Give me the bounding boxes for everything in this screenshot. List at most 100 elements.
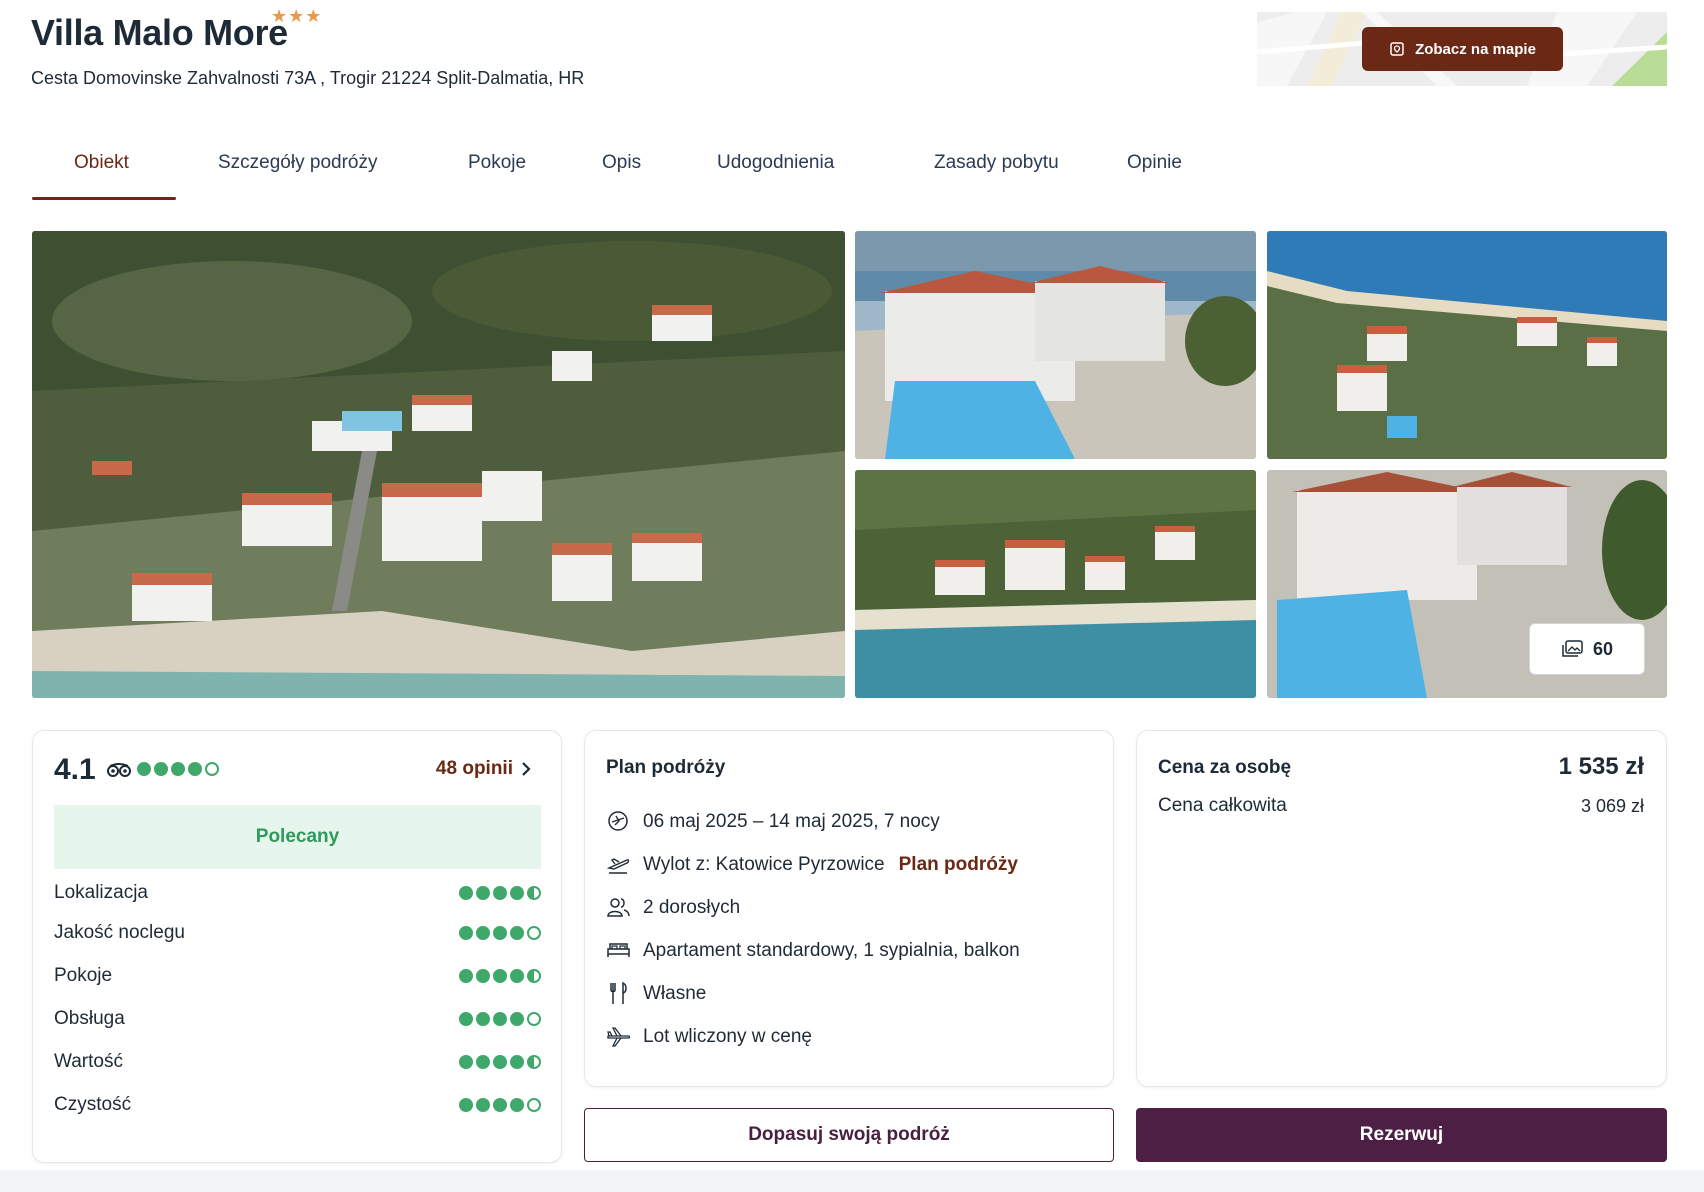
rating-row-label: Wartość [54, 1051, 123, 1072]
rating-dot-full [493, 1098, 507, 1112]
rating-dot-full [510, 886, 524, 900]
rating-dot-half [527, 1055, 541, 1069]
gallery-photo-2[interactable] [1267, 231, 1667, 459]
rating-dot-full [510, 1098, 524, 1112]
board-type: Własne [643, 982, 707, 1004]
hotel-title: Villa Malo More [31, 12, 288, 53]
rating-dot-full [510, 969, 524, 983]
tab-udogodnienia[interactable]: Udogodnienia [717, 140, 892, 200]
chevron-right-icon [522, 762, 531, 776]
tab-label: Zasady pobytu [934, 152, 1059, 173]
tripadvisor-icon [107, 763, 131, 777]
rating-dot-full [493, 1055, 507, 1069]
rating-row-label: Czystość [54, 1094, 132, 1115]
rating-dot-empty [527, 1098, 541, 1112]
rating-row-dots [459, 926, 541, 940]
rating-row-rooms: Pokoje [54, 965, 541, 987]
rating-dot-half [527, 969, 541, 983]
rating-dot-full [459, 886, 473, 900]
photos-icon [1562, 640, 1583, 657]
map-pin-icon [1390, 42, 1404, 56]
rating-row-label: Pokoje [54, 965, 113, 986]
flight-row: Lot wliczony w cenę [606, 1024, 812, 1049]
rating-dot-full [459, 969, 473, 983]
rating-row-dots [459, 886, 541, 900]
rating-dot-full [493, 1012, 507, 1026]
rating-row-location: Lokalizacja [54, 882, 541, 904]
tab-zasady-pobytu[interactable]: Zasady pobytu [934, 140, 1084, 200]
tab-obiekt[interactable]: Obiekt [32, 140, 176, 200]
rating-dot-full [476, 1055, 490, 1069]
rating-dot-half [527, 886, 541, 900]
users-icon [607, 898, 630, 917]
rating-row-accommodation-quality: Jakość noclegu [54, 922, 541, 944]
tab-szczegoly-podrozy[interactable]: Szczegóły podróży [218, 140, 427, 200]
customize-trip-button[interactable]: Dopasuj swoją podróż [584, 1108, 1114, 1162]
bay-view-photo [855, 470, 1256, 698]
trip-plan-card: Plan podróży 06 maj 2025 – 14 maj 2025, … [584, 730, 1114, 1087]
rating-dot-full [459, 1012, 473, 1026]
rating-row-service: Obsługa [54, 1008, 541, 1030]
star-rating: ★★★ [271, 6, 323, 26]
tab-opis[interactable]: Opis [602, 140, 676, 200]
rating-dot-full [476, 1098, 490, 1112]
airplane-icon [607, 1027, 631, 1047]
tab-label: Udogodnienia [717, 152, 835, 173]
coast-aerial-photo [1267, 231, 1667, 459]
price-per-person-label: Cena za osobę [1158, 757, 1292, 778]
rating-dot-full [476, 926, 490, 940]
rating-row-label: Lokalizacja [54, 882, 148, 903]
trip-dates-row: 06 maj 2025 – 14 maj 2025, 7 nocy [606, 809, 940, 834]
flight-included: Lot wliczony w cenę [643, 1025, 812, 1047]
villa-pool-photo [855, 231, 1256, 459]
rating-dot-full [510, 1055, 524, 1069]
photo-gallery [32, 231, 1667, 698]
rating-row-label: Jakość noclegu [54, 922, 185, 943]
all-photos-button[interactable]: 60 [1529, 623, 1645, 675]
rating-dot-full [493, 886, 507, 900]
trip-dates: 06 maj 2025 – 14 maj 2025, 7 nocy [643, 810, 940, 832]
rating-dot-full [459, 926, 473, 940]
tab-opinie[interactable]: Opinie [1127, 140, 1207, 200]
rating-row-dots [459, 1098, 541, 1112]
rating-dot-full [137, 762, 151, 776]
rating-dot-full [459, 1098, 473, 1112]
trip-plan-link[interactable]: Plan podróży [899, 854, 1018, 876]
rating-dot-full [459, 1055, 473, 1069]
reviews-link[interactable]: 48 opinii [436, 758, 531, 780]
cutlery-icon [610, 981, 627, 1004]
rating-dot-full [171, 762, 185, 776]
gallery-photo-main[interactable] [32, 231, 845, 698]
departure-row: Wylot z: Katowice Pyrzowice Plan podróży [606, 852, 1018, 877]
tab-label: Obiekt [74, 152, 129, 173]
rating-row-dots [459, 1055, 541, 1069]
rating-card: 4.1 48 opinii Polecany Lokalizacja Jakoś… [32, 730, 562, 1163]
tab-label: Pokoje [468, 152, 527, 173]
show-on-map-button[interactable]: Zobacz na mapie [1362, 27, 1563, 71]
plane-takeoff-icon [606, 858, 630, 874]
rating-dot-full [188, 762, 202, 776]
rating-dot-empty [527, 926, 541, 940]
bed-icon [607, 943, 630, 957]
score-dots [137, 762, 219, 776]
total-price: 3 069 zł [1580, 796, 1644, 816]
tab-pokoje[interactable]: Pokoje [468, 140, 559, 200]
price-card: Cena za osobę 1 535 zł Cena całkowita 3 … [1136, 730, 1667, 1087]
tab-label: Szczegóły podróży [218, 152, 378, 173]
photo-count: 60 [1592, 638, 1614, 659]
rating-row-cleanliness: Czystość [54, 1094, 541, 1116]
rating-dot-full [154, 762, 168, 776]
gallery-photo-1[interactable] [855, 231, 1256, 459]
page-bottom-strip [0, 1170, 1704, 1192]
rating-dot-empty [527, 1012, 541, 1026]
rating-row-dots [459, 1012, 541, 1026]
gallery-photo-3[interactable] [855, 470, 1256, 698]
rating-score: 4.1 [54, 753, 96, 786]
calendar-plane-icon [608, 811, 628, 831]
rating-row-label: Obsługa [54, 1008, 125, 1029]
guests-row: 2 dorosłych [606, 895, 740, 920]
rating-dot-full [476, 886, 490, 900]
trip-plan-title: Plan podróży [606, 757, 726, 778]
book-button[interactable]: Rezerwuj [1136, 1108, 1667, 1162]
aerial-town-photo [32, 231, 845, 698]
